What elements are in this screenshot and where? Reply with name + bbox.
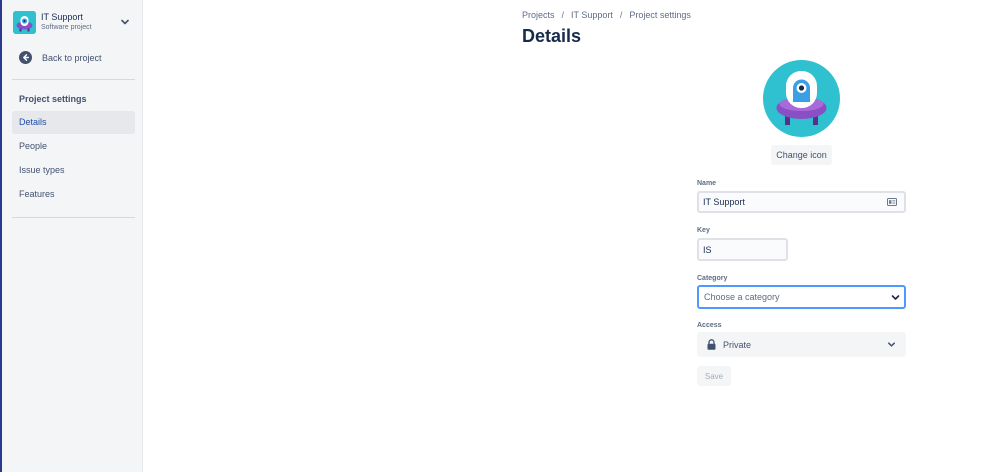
sidebar-section-title: Project settings <box>19 94 87 104</box>
sidebar: IT Support Software project Back to proj… <box>2 0 143 472</box>
category-placeholder: Choose a category <box>704 292 780 302</box>
access-value: Private <box>723 340 752 350</box>
chevron-down-icon <box>888 342 895 347</box>
access-select[interactable]: Private <box>697 332 906 357</box>
breadcrumb-it-support[interactable]: IT Support <box>571 10 613 20</box>
back-to-project-label: Back to project <box>42 52 102 63</box>
project-switcher[interactable]: IT Support Software project <box>13 9 133 35</box>
category-label: Category <box>697 275 728 282</box>
back-arrow-icon <box>19 51 32 64</box>
breadcrumb: Projects / IT Support / Project settings <box>522 10 691 20</box>
save-button[interactable]: Save <box>697 366 731 386</box>
back-to-project-link[interactable]: Back to project <box>19 51 102 64</box>
page-title: Details <box>522 26 582 46</box>
breadcrumb-project-settings[interactable]: Project settings <box>629 10 691 20</box>
sidebar-divider <box>12 79 135 80</box>
project-avatar-icon <box>763 60 840 137</box>
breadcrumb-separator: / <box>561 10 565 20</box>
breadcrumb-projects[interactable]: Projects <box>522 10 555 20</box>
lock-icon <box>707 339 716 350</box>
project-name: IT Support <box>41 12 83 22</box>
sidebar-item-people[interactable]: People <box>12 135 135 158</box>
sidebar-item-issue-types[interactable]: Issue types <box>12 159 135 182</box>
chevron-down-icon[interactable] <box>891 293 900 302</box>
access-label: Access <box>697 322 722 329</box>
project-type: Software project <box>41 24 92 31</box>
name-label: Name <box>697 180 717 187</box>
breadcrumb-separator: / <box>619 10 623 20</box>
project-avatar-icon <box>13 10 36 34</box>
change-icon-button[interactable]: Change icon <box>771 145 832 165</box>
sidebar-divider <box>12 217 135 218</box>
id-card-icon[interactable] <box>887 198 897 206</box>
sidebar-item-features[interactable]: Features <box>12 183 135 206</box>
key-field[interactable] <box>697 238 788 261</box>
chevron-down-icon[interactable] <box>120 17 130 27</box>
name-field[interactable] <box>697 191 906 213</box>
key-label: Key <box>697 227 710 234</box>
sidebar-item-details[interactable]: Details <box>12 111 135 134</box>
